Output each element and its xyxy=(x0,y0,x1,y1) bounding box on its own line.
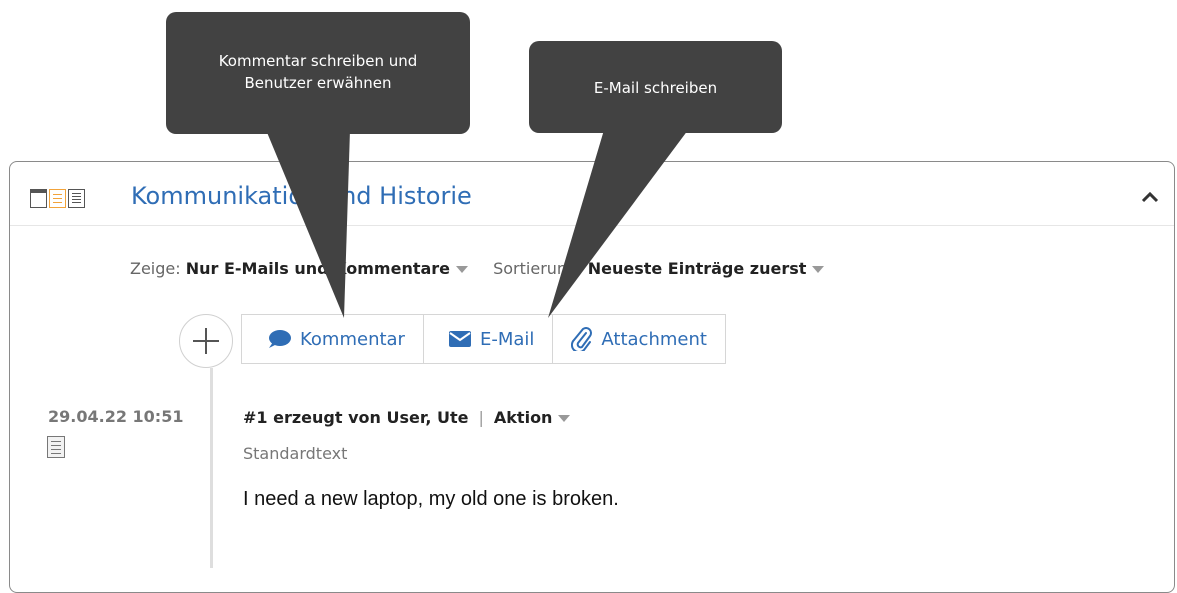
email-tooltip-text: E-Mail schreiben xyxy=(593,79,718,97)
email-tooltip: E-Mail schreiben xyxy=(529,41,782,133)
comment-tooltip-line1: Kommentar schreiben und xyxy=(218,52,418,70)
email-tooltip-pointer xyxy=(548,130,688,318)
comment-tooltip: Kommentar schreiben und Benutzer erwähne… xyxy=(166,12,470,134)
comment-tooltip-line2: Benutzer erwähnen xyxy=(244,74,392,92)
comment-tooltip-pointer xyxy=(266,130,350,318)
